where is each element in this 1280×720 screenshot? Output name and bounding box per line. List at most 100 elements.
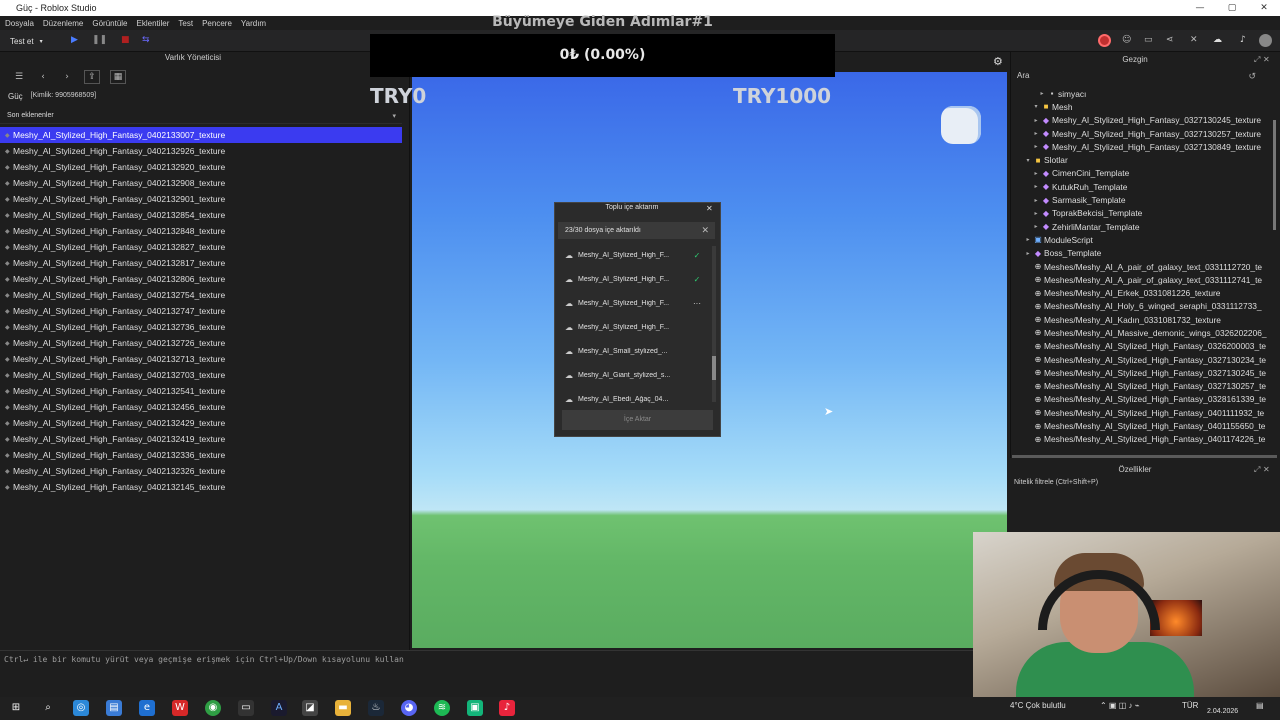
list-item[interactable]: ◆ Meshy_AI_Stylized_High_Fantasy_04021329… [0, 175, 402, 191]
tree-item[interactable]: ▸ ◆ KutukRuh_Template [1014, 180, 1274, 193]
tools-icon[interactable]: ✕ [1190, 35, 1198, 45]
list-item[interactable]: ☁ Meshy_AI_Stylized_High_F... [560, 315, 710, 339]
app-icon[interactable]: W [172, 700, 188, 716]
cloud-icon[interactable]: ☁ [1213, 35, 1222, 45]
list-item[interactable]: ☁ Meshy_AI_Small_stylized_... [560, 339, 710, 363]
tree-item[interactable]: ⊕ Meshes/Meshy_AI_Stylized_High_Fantasy_0… [1014, 366, 1274, 379]
list-item[interactable]: ◆ Meshy_AI_Stylized_High_Fantasy_04021330… [0, 127, 402, 143]
tree-item[interactable]: ▾ ■ Slotlar [1014, 153, 1274, 166]
tree-item[interactable]: ⊕ Meshes/Meshy_AI_Kadın_0331081732_textur… [1014, 313, 1274, 326]
app-icon[interactable]: ▣ [467, 700, 483, 716]
pause-icon[interactable]: ❚❚ [92, 35, 107, 45]
windows-start-icon[interactable]: ⊞ [8, 700, 24, 716]
list-item[interactable]: ◆ Meshy_AI_Stylized_High_Fantasy_04021328… [0, 271, 402, 287]
clock-date[interactable]: 2.04.2026 [1207, 708, 1238, 715]
expand-icon[interactable]: ▸ [1032, 130, 1040, 137]
close-icon[interactable]: ⤢ ✕ [1254, 55, 1270, 65]
list-item[interactable]: ☁ Meshy_AI_Stylized_High_F... ··· [560, 291, 710, 315]
tree-item[interactable]: ⊕ Meshes/Meshy_AI_A_pair_of_galaxy_text_0… [1014, 260, 1274, 273]
tree-item[interactable]: ⊕ Meshes/Meshy_AI_Stylized_High_Fantasy_0… [1014, 406, 1274, 419]
chat-icon[interactable]: ▭ [1144, 35, 1153, 45]
list-item[interactable]: ◆ Meshy_AI_Stylized_High_Fantasy_04021323… [0, 463, 402, 479]
history-icon[interactable]: ↺ [1248, 71, 1256, 82]
tree-item[interactable]: ▸ ◆ Boss_Template [1014, 247, 1274, 260]
edge-icon[interactable]: e [139, 700, 155, 716]
tree-item[interactable]: ⊕ Meshes/Meshy_AI_Stylized_High_Fantasy_0… [1014, 340, 1274, 353]
tree-item[interactable]: ⊕ Meshes/Meshy_AI_Stylized_High_Fantasy_0… [1014, 419, 1274, 432]
expand-icon[interactable]: ▸ [1032, 223, 1040, 230]
expand-icon[interactable]: ▸ [1032, 117, 1040, 124]
list-item[interactable]: ◆ Meshy_AI_Stylized_High_Fantasy_04021323… [0, 447, 402, 463]
back-icon[interactable]: ‹ [36, 72, 50, 82]
close-window-button[interactable]: ✕ [1248, 0, 1280, 16]
gear-icon[interactable]: ⚙ [993, 55, 1003, 68]
tree-item[interactable]: ▸ ◆ ToprakBekcisi_Template [1014, 207, 1274, 220]
expand-icon[interactable]: ▸ [1038, 90, 1046, 97]
weather-text[interactable]: 4°C Çok bulutlu [1010, 701, 1066, 710]
tree-item[interactable]: ▸ ◆ Meshy_AI_Stylized_High_Fantasy_0327130… [1014, 140, 1274, 153]
list-item[interactable]: ◆ Meshy_AI_Stylized_High_Fantasy_04021321… [0, 479, 402, 495]
tree-item[interactable]: ⊕ Meshes/Meshy_AI_Stylized_High_Fantasy_0… [1014, 380, 1274, 393]
collapse-icon[interactable]: ▾ [1024, 157, 1032, 164]
spotify-icon[interactable]: ≋ [434, 700, 450, 716]
list-item[interactable]: ◆ Meshy_AI_Stylized_High_Fantasy_04021327… [0, 335, 402, 351]
tree-item[interactable]: ▸ ◆ Meshy_AI_Stylized_High_Fantasy_0327130… [1014, 114, 1274, 127]
person-icon[interactable]: ☺ [1122, 35, 1131, 45]
list-item[interactable]: ◆ Meshy_AI_Stylized_High_Fantasy_04021324… [0, 399, 402, 415]
store-icon[interactable]: ▤ [106, 700, 122, 716]
menu-edit[interactable]: Düzenleme [43, 19, 83, 28]
expand-icon[interactable]: ▸ [1032, 197, 1040, 204]
maximize-button[interactable]: ▢ [1216, 0, 1248, 16]
close-icon[interactable]: ⤢ ✕ [1254, 465, 1270, 475]
list-item[interactable]: ◆ Meshy_AI_Stylized_High_Fantasy_04021327… [0, 351, 402, 367]
chrome-icon[interactable]: ◉ [205, 700, 221, 716]
bell-icon[interactable]: ♪ [1240, 35, 1246, 45]
menu-icon[interactable]: ☰ [12, 72, 26, 82]
stop-icon[interactable]: ■ [121, 35, 130, 45]
expand-icon[interactable]: ▸ [1024, 236, 1032, 243]
list-item[interactable]: ☁ Meshy_AI_Giant_stylized_s... [560, 363, 710, 387]
minimize-button[interactable]: — [1184, 0, 1216, 16]
list-item[interactable]: ◆ Meshy_AI_Stylized_High_Fantasy_04021328… [0, 239, 402, 255]
explorer-scrollbar[interactable] [1273, 120, 1276, 230]
explorer-search[interactable]: Ara ↺ [1014, 71, 1276, 85]
tiktok-icon[interactable]: ♪ [499, 700, 515, 716]
list-item[interactable]: ☁ Meshy_AI_Stylized_High_F... ✓ [560, 267, 710, 291]
tree-item[interactable]: ⊕ Meshes/Meshy_AI_Stylized_High_Fantasy_0… [1014, 393, 1274, 406]
explorer-hscrollbar[interactable] [1012, 455, 1277, 458]
notification-icon[interactable]: ▤ [1256, 701, 1264, 710]
menu-help[interactable]: Yardım [241, 19, 266, 28]
list-item[interactable]: ☁ Meshy_AI_Ebedi_Ağaç_04... [560, 387, 710, 411]
list-item[interactable]: ◆ Meshy_AI_Stylized_High_Fantasy_04021325… [0, 383, 402, 399]
expand-icon[interactable]: ▸ [1032, 183, 1040, 190]
expand-icon[interactable]: ▸ [1032, 143, 1040, 150]
list-item[interactable]: ◆ Meshy_AI_Stylized_High_Fantasy_04021327… [0, 287, 402, 303]
tree-item[interactable]: ▸ ▣ ModuleScript [1014, 233, 1274, 246]
share-icon[interactable]: ⋖ [1166, 35, 1174, 45]
switch-view-icon[interactable]: ⇆ [142, 35, 150, 45]
list-item[interactable]: ◆ Meshy_AI_Stylized_High_Fantasy_04021327… [0, 303, 402, 319]
avatar[interactable] [1259, 34, 1272, 47]
tree-item[interactable]: ▸ ◆ Sarmasik_Template [1014, 193, 1274, 206]
dialog-scroll-thumb[interactable] [712, 356, 716, 380]
property-filter-input[interactable]: Nitelik filtrele (Ctrl+Shift+P) [1014, 479, 1098, 486]
tree-item[interactable]: ▸ ◆ Meshy_AI_Stylized_High_Fantasy_0327130… [1014, 127, 1274, 140]
command-bar-input[interactable]: Ctrl↵ ile bir komutu yürüt veya geçmişe … [0, 650, 973, 668]
list-item[interactable]: ◆ Meshy_AI_Stylized_High_Fantasy_04021328… [0, 255, 402, 271]
recent-section-header[interactable]: Son eklenenler ▾ [0, 112, 402, 124]
list-item[interactable]: ◆ Meshy_AI_Stylized_High_Fantasy_04021327… [0, 319, 402, 335]
search-icon[interactable]: ⌕ [40, 700, 56, 716]
close-icon[interactable]: ✕ [706, 204, 713, 213]
list-item[interactable]: ◆ Meshy_AI_Stylized_High_Fantasy_04021329… [0, 159, 402, 175]
close-icon[interactable]: ✕ [701, 222, 709, 239]
view-cube[interactable] [941, 106, 981, 144]
steam-icon[interactable]: ♨ [368, 700, 384, 716]
tree-item[interactable]: ▾ ■ Mesh [1014, 100, 1274, 113]
list-item[interactable]: ◆ Meshy_AI_Stylized_High_Fantasy_04021328… [0, 223, 402, 239]
tree-item[interactable]: ⊕ Meshes/Meshy_AI_A_pair_of_galaxy_text_0… [1014, 273, 1274, 286]
roblox-studio-icon[interactable]: ◪ [302, 700, 318, 716]
expand-icon[interactable]: ▸ [1032, 210, 1040, 217]
menu-window[interactable]: Pencere [202, 19, 232, 28]
folder-icon[interactable]: ▬ [335, 700, 351, 716]
tree-item[interactable]: ⊕ Meshes/Meshy_AI_Stylized_High_Fantasy_0… [1014, 433, 1274, 446]
